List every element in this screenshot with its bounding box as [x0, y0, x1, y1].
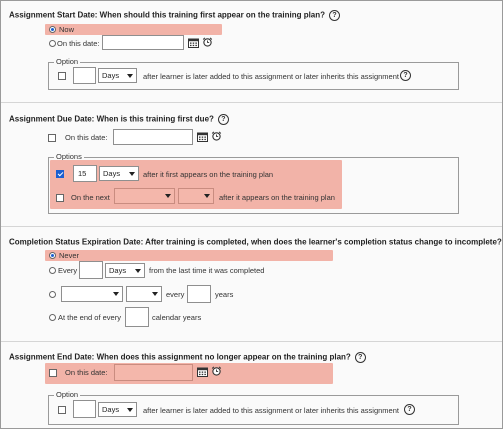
never-highlight: [45, 250, 333, 261]
help-icon[interactable]: ?: [404, 404, 415, 415]
start-option-legend: Option: [54, 57, 81, 66]
due-section-title: Assignment Due Date: When is this traini…: [9, 114, 229, 125]
end-option-text: after learner is later added to this ass…: [143, 406, 399, 415]
start-option-number-input[interactable]: [73, 67, 96, 84]
every-radio[interactable]: [49, 267, 56, 274]
end-of-every-number-input[interactable]: [125, 307, 149, 327]
start-section-title: Assignment Start Date: When should this …: [9, 10, 341, 21]
due-on-next-unit-select[interactable]: [178, 188, 214, 204]
due-after-appears-text: after it appears on the training plan: [219, 193, 335, 202]
alarm-clock-icon[interactable]: [211, 131, 222, 141]
now-radio[interactable]: [49, 26, 56, 33]
every-years-month-select[interactable]: [61, 286, 123, 302]
every-years-radio[interactable]: [49, 291, 56, 298]
help-icon[interactable]: ?: [354, 352, 366, 363]
dropdown-arrow-icon: [204, 194, 210, 198]
due-on-date-checkbox[interactable]: [48, 134, 56, 142]
due-on-next-count-select[interactable]: [114, 188, 175, 204]
help-icon[interactable]: ?: [329, 10, 341, 21]
start-on-date-label: On this date:: [57, 39, 100, 48]
dropdown-arrow-icon: [113, 292, 119, 296]
end-date-input[interactable]: [114, 364, 193, 381]
now-label: Now: [59, 25, 75, 34]
end-on-date-label: On this date:: [65, 368, 108, 377]
dropdown-arrow-icon: [127, 408, 133, 412]
calendar-icon[interactable]: [188, 38, 199, 48]
due-date-input[interactable]: [113, 129, 193, 145]
every-years-day-select[interactable]: [126, 286, 162, 302]
due-on-next-checkbox[interactable]: [56, 194, 64, 202]
completion-section-title: Completion Status Expiration Date: After…: [9, 237, 502, 247]
every-unit-select[interactable]: Days: [105, 263, 145, 278]
due-on-next-label: On the next: [71, 193, 110, 202]
end-of-every-radio[interactable]: [49, 314, 56, 321]
start-option-unit-select[interactable]: Days: [98, 68, 137, 83]
due-on-date-label: On this date:: [65, 133, 108, 142]
due-after-first-checkbox[interactable]: [56, 170, 64, 178]
help-icon[interactable]: ?: [217, 114, 229, 125]
due-after-first-text: after it first appears on the training p…: [143, 170, 274, 179]
end-option-number-input[interactable]: [73, 400, 96, 418]
training-assignment-panel: Assignment Start Date: When should this …: [0, 0, 503, 429]
alarm-clock-icon[interactable]: [202, 37, 213, 47]
due-number-input[interactable]: 15: [73, 165, 97, 182]
start-option-text: after learner is later added to this ass…: [143, 72, 399, 81]
calendar-icon[interactable]: [197, 367, 208, 377]
end-option-checkbox[interactable]: [58, 406, 66, 414]
end-of-every-label: At the end of every: [58, 313, 121, 322]
start-on-date-radio[interactable]: [49, 40, 56, 47]
every-label: Every: [58, 266, 78, 275]
help-icon[interactable]: ?: [400, 70, 411, 81]
dropdown-arrow-icon: [152, 292, 158, 296]
dropdown-arrow-icon: [129, 172, 135, 176]
dropdown-arrow-icon: [135, 269, 141, 273]
end-option-unit-select[interactable]: Days: [98, 402, 137, 417]
end-section-title: Assignment End Date: When does this assi…: [9, 352, 366, 363]
never-label: Never: [59, 251, 80, 260]
dropdown-arrow-icon: [127, 74, 133, 78]
calendar-years-text: calendar years: [152, 313, 202, 322]
end-on-date-checkbox[interactable]: [49, 369, 57, 377]
calendar-icon[interactable]: [197, 132, 208, 142]
from-last-text: from the last time it was completed: [149, 266, 265, 275]
every-years-number-input[interactable]: [187, 285, 211, 303]
every-text: every: [166, 290, 185, 299]
start-option-checkbox[interactable]: [58, 72, 66, 80]
alarm-clock-icon[interactable]: [211, 366, 222, 376]
due-unit-select[interactable]: Days: [99, 166, 139, 181]
end-option-legend: Option: [54, 390, 81, 399]
dropdown-arrow-icon: [165, 194, 171, 198]
every-number-input[interactable]: [79, 261, 103, 279]
never-radio[interactable]: [49, 252, 56, 259]
start-date-input[interactable]: [102, 35, 184, 50]
years-text: years: [215, 290, 234, 299]
